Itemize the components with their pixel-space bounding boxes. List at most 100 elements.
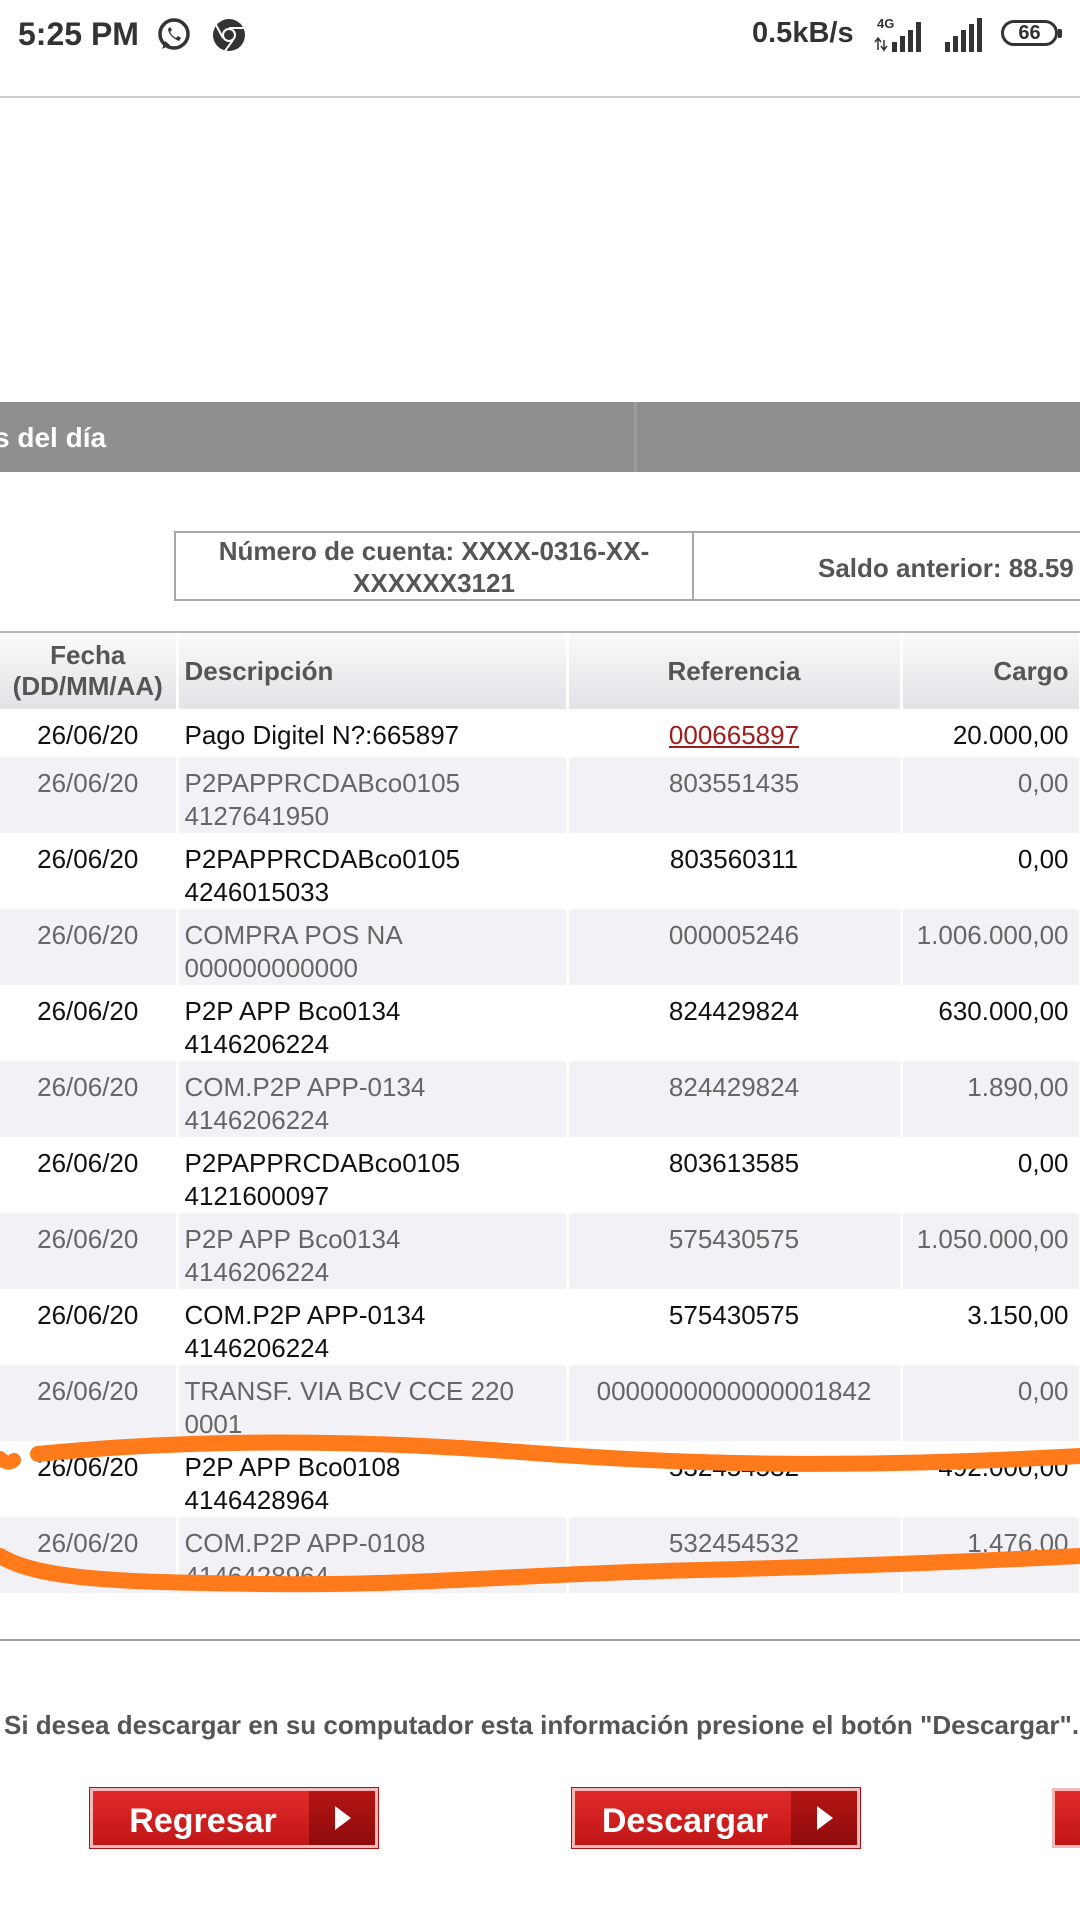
reference-link[interactable]: 000665897 — [669, 720, 799, 750]
cell-referencia: 532454532 — [567, 1517, 903, 1593]
cell-cargo: 1.476,00 — [901, 1517, 1080, 1593]
cell-cargo: 0,00 — [901, 1137, 1080, 1213]
cell-descripcion: P2P APP Bco0134 4146206224 — [177, 1213, 569, 1289]
header-fecha-line1: Fecha — [50, 640, 126, 670]
cell-cargo: 0,00 — [901, 757, 1080, 833]
cell-cargo: 1.050.000,00 — [901, 1213, 1080, 1289]
desc-line1: TRANSF. VIA BCV CCE 220 — [184, 1376, 514, 1406]
battery-level: 66 — [1018, 22, 1041, 44]
cell-fecha: 26/06/20 — [0, 1137, 179, 1213]
cell-fecha: 26/06/20 — [0, 833, 179, 909]
desc-line2: 4146206224 — [184, 1029, 330, 1059]
desc-line2: 4246015033 — [184, 877, 330, 907]
network-speed: 0.5kB/s — [752, 17, 854, 49]
partial-button[interactable] — [1052, 1788, 1080, 1848]
desc-line1: P2PAPPRCDABco0105 — [184, 768, 461, 798]
cell-fecha: 26/06/20 — [0, 985, 179, 1061]
account-number-line1: Número de cuenta: XXXX-0316-XX- — [218, 536, 650, 566]
cell-referencia: 000665897 — [567, 709, 903, 757]
cell-referencia: 575430575 — [567, 1289, 903, 1365]
table-row: 26/06/20 P2P APP Bco0134 4146206224 57543… — [0, 1213, 1080, 1289]
desc-line1: P2P APP Bco0134 — [184, 996, 401, 1026]
table-row: 26/06/20 TRANSF. VIA BCV CCE 220 0001 000… — [0, 1365, 1080, 1441]
header-fecha-line2: (DD/MM/AA) — [12, 671, 163, 701]
cell-fecha: 26/06/20 — [0, 1441, 179, 1517]
header-fecha[interactable]: Fecha (DD/MM/AA) — [0, 633, 179, 709]
table-row: 26/06/20 P2PAPPRCDABco0105 4121600097 803… — [0, 1137, 1080, 1213]
desc-line2: 4146206224 — [184, 1105, 330, 1135]
table-row: 26/06/20 P2P APP Bco0108 4146428964 53245… — [0, 1441, 1080, 1517]
account-number-line2: XXXXXX3121 — [353, 568, 515, 598]
download-button[interactable]: Descargar — [571, 1787, 861, 1849]
desc-line2: 4127641950 — [184, 801, 330, 831]
desc-line1: COM.P2P APP-0134 — [184, 1300, 426, 1330]
table-row: 26/06/20 P2PAPPRCDABco0105 4127641950 803… — [0, 757, 1080, 833]
browser-divider — [0, 96, 1080, 98]
cell-fecha: 26/06/20 — [0, 1517, 179, 1593]
desc-line2: 4146206224 — [184, 1333, 330, 1363]
cell-fecha: 26/06/20 — [0, 1365, 179, 1441]
signal-icon — [945, 18, 982, 52]
desc-line2: 0001 — [184, 1409, 243, 1439]
cell-fecha: 26/06/20 — [0, 1213, 179, 1289]
cell-cargo: 1.006.000,00 — [901, 909, 1080, 985]
cell-referencia: 532454532 — [567, 1441, 903, 1517]
table-row: 26/06/20 COMPRA POS NA 000000000000 00000… — [0, 909, 1080, 985]
header-referencia[interactable]: Referencia — [567, 633, 903, 709]
chrome-icon — [213, 19, 245, 52]
cell-cargo: 0,00 — [901, 833, 1080, 909]
battery-icon: 66 — [1001, 20, 1062, 46]
header-descripcion[interactable]: Descripción — [177, 633, 569, 709]
cell-descripcion: P2P APP Bco0108 4146428964 — [177, 1441, 569, 1517]
cell-referencia: 0000000000000001842 — [567, 1365, 903, 1441]
cell-referencia: 824429824 — [567, 985, 903, 1061]
cell-descripcion: COMPRA POS NA 000000000000 — [177, 909, 569, 985]
cell-referencia: 803560311 — [567, 833, 903, 909]
table-row: 26/06/20 COM.P2P APP-0134 4146206224 8244… — [0, 1061, 1080, 1137]
desc-line1: COM.P2P APP-0134 — [184, 1072, 426, 1102]
cell-cargo: 1.890,00 — [901, 1061, 1080, 1137]
desc-line1: P2P APP Bco0134 — [184, 1224, 401, 1254]
cell-fecha: 26/06/20 — [0, 757, 179, 833]
cell-descripcion: P2PAPPRCDABco0105 4127641950 — [177, 757, 569, 833]
cell-cargo: 492.000,00 — [901, 1441, 1080, 1517]
desc-line1: Pago Digitel N?:665897 — [184, 720, 460, 750]
desc-line1: P2PAPPRCDABco0105 — [184, 1148, 461, 1178]
cell-fecha: 26/06/20 — [0, 1061, 179, 1137]
desc-line1: COMPRA POS NA — [184, 920, 403, 950]
cell-cargo: 3.150,00 — [901, 1289, 1080, 1365]
table-header-row: Fecha (DD/MM/AA) Descripción Referencia … — [0, 633, 1080, 709]
cell-descripcion: P2PAPPRCDABco0105 4121600097 — [177, 1137, 569, 1213]
transactions-table: Fecha (DD/MM/AA) Descripción Referencia … — [0, 631, 1080, 1641]
chevron-right-icon — [791, 1791, 857, 1845]
desc-line2: 4146428964 — [184, 1485, 330, 1515]
section-divider — [634, 402, 637, 472]
desc-line2: 4146206224 — [184, 1257, 330, 1287]
account-number: Número de cuenta: XXXX-0316-XX- XXXXXX31… — [176, 533, 694, 599]
desc-line1: COM.P2P APP-0108 — [184, 1528, 426, 1558]
cell-descripcion: P2P APP Bco0134 4146206224 — [177, 985, 569, 1061]
table-row: 26/06/20 COM.P2P APP-0108 4146428964 5324… — [0, 1517, 1080, 1593]
header-cargo[interactable]: Cargo — [901, 633, 1080, 709]
download-button-label: Descargar — [601, 1802, 769, 1840]
account-info-box: Número de cuenta: XXXX-0316-XX- XXXXXX31… — [174, 531, 1080, 601]
section-header: s del día — [0, 402, 1080, 472]
desc-line2: 4146428964 — [184, 1561, 330, 1591]
cell-fecha: 26/06/20 — [0, 1289, 179, 1365]
desc-line2: 4121600097 — [184, 1181, 330, 1211]
cell-descripcion: TRANSF. VIA BCV CCE 220 0001 — [177, 1365, 569, 1441]
cell-cargo: 630.000,00 — [901, 985, 1080, 1061]
cell-descripcion: Pago Digitel N?:665897 — [177, 709, 569, 757]
cell-descripcion: P2PAPPRCDABco0105 4246015033 — [177, 833, 569, 909]
table-row: 26/06/20 P2PAPPRCDABco0105 4246015033 803… — [0, 833, 1080, 909]
chevron-right-icon — [309, 1791, 375, 1845]
status-time: 5:25 PM — [18, 16, 139, 52]
back-button-label: Regresar — [129, 1802, 277, 1840]
cell-cargo: 0,00 — [901, 1365, 1080, 1441]
signal-icon — [874, 22, 921, 52]
back-button[interactable]: Regresar — [89, 1787, 379, 1849]
table-row: 26/06/20 COM.P2P APP-0134 4146206224 5754… — [0, 1289, 1080, 1365]
cell-fecha: 26/06/20 — [0, 909, 179, 985]
download-instructions: Si desea descargar en su computador esta… — [4, 1710, 1080, 1740]
cell-referencia: 824429824 — [567, 1061, 903, 1137]
